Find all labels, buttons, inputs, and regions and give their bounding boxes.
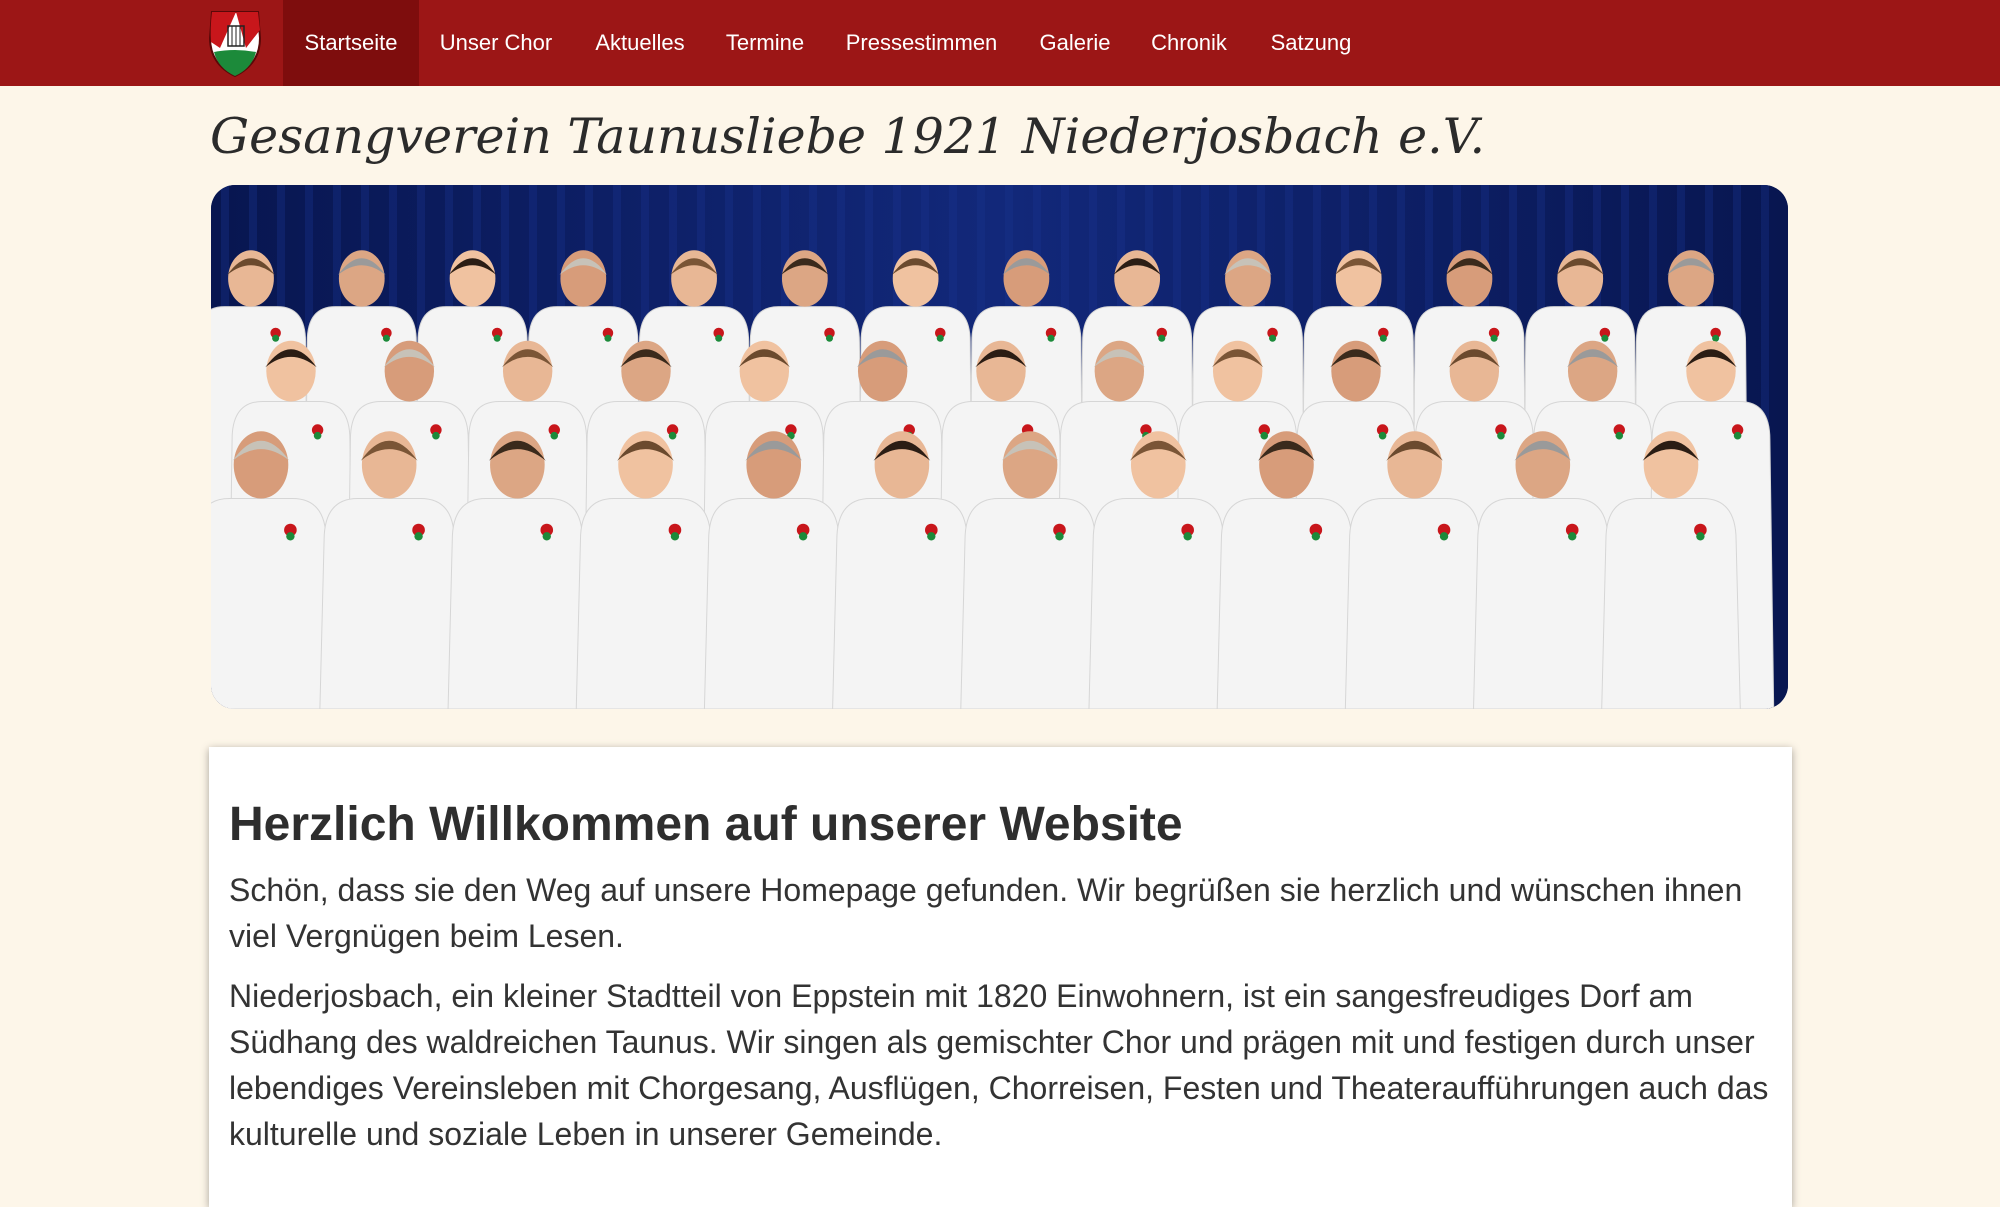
welcome-card: Herzlich Willkommen auf unserer Website … (209, 747, 1792, 1207)
village-paragraph: Niederjosbach, ein kleiner Stadtteil von… (229, 978, 1769, 1152)
club-crest-icon[interactable] (206, 8, 264, 78)
hero-image (211, 185, 1788, 709)
nav-termine[interactable]: Termine (707, 0, 823, 86)
nav-satzung[interactable]: Satzung (1248, 0, 1374, 86)
welcome-heading: Herzlich Willkommen auf unserer Website (229, 798, 1183, 851)
intro-paragraph: Schön, dass sie den Weg auf unsere Homep… (229, 872, 1743, 954)
nav-chronik[interactable]: Chronik (1130, 0, 1248, 86)
nav-startseite[interactable]: Startseite (283, 0, 419, 86)
choir-group-photo (211, 185, 1788, 709)
nav-unser-chor[interactable]: Unser Chor (419, 0, 573, 86)
nav-aktuelles[interactable]: Aktuelles (573, 0, 707, 86)
nav-pressestimmen[interactable]: Pressestimmen (823, 0, 1020, 86)
top-navbar: Startseite Unser Chor Aktuelles Termine … (0, 0, 2000, 86)
nav-galerie[interactable]: Galerie (1020, 0, 1130, 86)
site-title: Gesangverein Taunusliebe 1921 Niederjosb… (210, 108, 1486, 165)
